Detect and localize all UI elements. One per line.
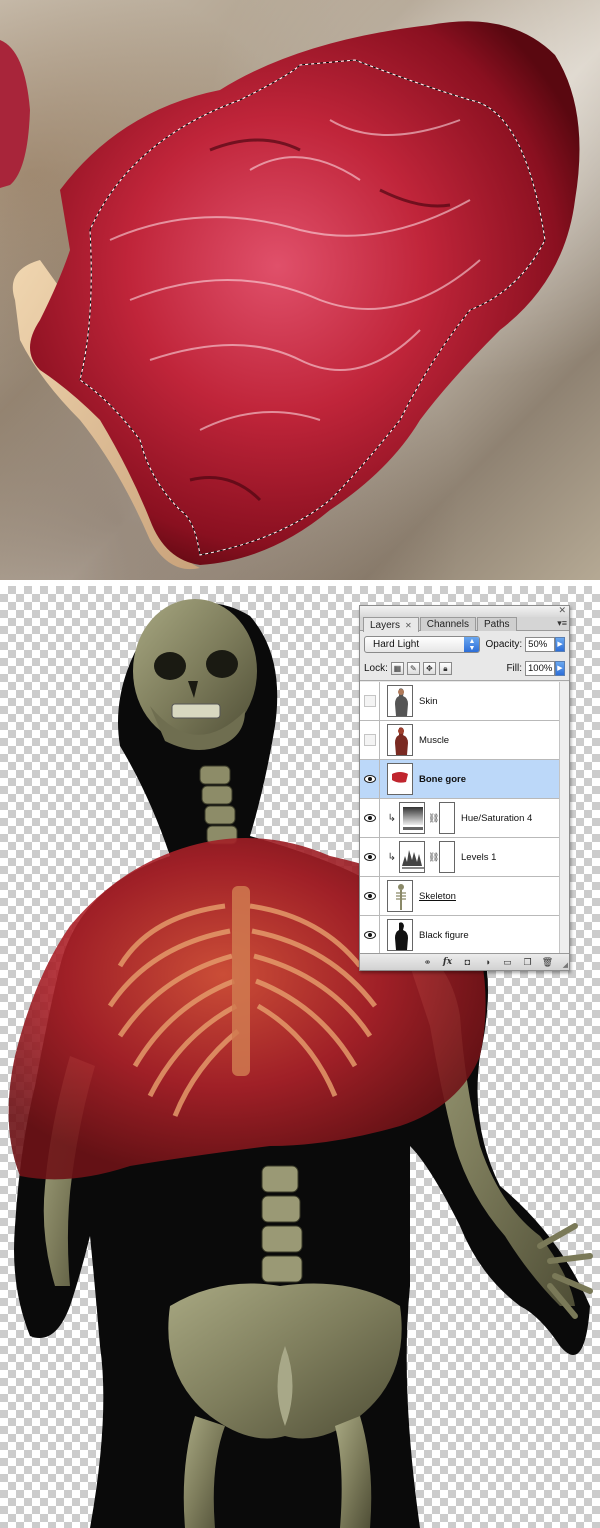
layers-scrollbar[interactable] bbox=[559, 682, 569, 954]
layer-name: Hue/Saturation 4 bbox=[461, 812, 533, 824]
link-chain-icon[interactable]: ⛓︎ bbox=[428, 852, 439, 863]
lock-position-icon[interactable]: ✥ bbox=[422, 662, 436, 675]
fill-input[interactable]: 100% bbox=[525, 661, 555, 676]
meat-chunk-small bbox=[0, 40, 30, 188]
lock-image-icon[interactable]: ✎ bbox=[406, 662, 420, 675]
eye-icon bbox=[363, 892, 376, 900]
teeth bbox=[171, 703, 221, 719]
visibility-toggle[interactable] bbox=[360, 798, 380, 838]
layer-bone-gore[interactable]: Bone gore bbox=[360, 759, 569, 799]
lock-transparency-icon[interactable]: ▦ bbox=[390, 662, 404, 675]
tab-paths[interactable]: Paths bbox=[476, 617, 517, 631]
link-layers-icon[interactable]: ⚭ bbox=[420, 956, 435, 969]
layer-name: Skeleton bbox=[419, 890, 456, 902]
link-chain-icon[interactable]: ⛓︎ bbox=[428, 813, 439, 824]
palette-bottom-bar: ⚭ fx ◘ ◑ ▭ ❐ 🗑︎ ◢ bbox=[360, 953, 569, 970]
palette-close-icon[interactable]: ✕ bbox=[558, 605, 566, 616]
palette-titlebar[interactable]: ✕ bbox=[360, 605, 569, 617]
new-layer-icon[interactable]: ❐ bbox=[520, 956, 535, 969]
layer-black-figure[interactable]: Black figure bbox=[360, 915, 569, 955]
layer-hue-saturation[interactable]: ↳ ⛓︎ Hue/Saturation 4 bbox=[360, 798, 569, 838]
select-arrows-icon: ▲ ▼ bbox=[464, 636, 480, 652]
visibility-toggle[interactable] bbox=[360, 759, 380, 799]
layer-name: Muscle bbox=[419, 734, 450, 746]
adjustment-layer-icon[interactable]: ◑ bbox=[480, 956, 495, 969]
layer-thumbnail bbox=[387, 919, 413, 951]
blend-mode-select[interactable]: Hard Light ▲ ▼ bbox=[364, 635, 481, 653]
blend-opacity-row: Hard Light ▲ ▼ Opacity: 50% ▶ bbox=[360, 631, 569, 657]
layer-thumbnail bbox=[387, 763, 413, 795]
clipping-arrow-icon: ↳ bbox=[387, 851, 396, 863]
layer-muscle[interactable]: Muscle bbox=[360, 720, 569, 760]
layer-name: Levels 1 bbox=[461, 851, 497, 863]
new-group-folder-icon[interactable]: ▭ bbox=[500, 956, 515, 969]
layer-thumbnail bbox=[387, 685, 413, 717]
meat-photo bbox=[0, 0, 600, 580]
fx-icon[interactable]: fx bbox=[440, 956, 455, 969]
layer-skeleton[interactable]: Skeleton bbox=[360, 876, 569, 916]
eye-icon bbox=[363, 814, 376, 822]
layer-name: Black figure bbox=[419, 929, 469, 941]
figure-gore-thumb bbox=[392, 772, 408, 783]
sternum bbox=[232, 886, 250, 1076]
visibility-toggle[interactable] bbox=[360, 876, 380, 916]
figure-skin-thumb bbox=[395, 688, 408, 716]
clipping-arrow-icon: ↳ bbox=[387, 812, 396, 824]
layer-thumbnail bbox=[387, 724, 413, 756]
figure-muscle-thumb bbox=[395, 727, 408, 755]
eye-icon bbox=[363, 853, 376, 861]
eye-icon bbox=[363, 931, 376, 939]
tab-channels-label: Channels bbox=[426, 619, 469, 630]
visibility-toggle[interactable] bbox=[360, 837, 380, 877]
lock-label: Lock: bbox=[364, 663, 388, 674]
tab-channels[interactable]: Channels bbox=[419, 617, 476, 631]
visibility-off-box bbox=[363, 734, 376, 746]
resize-grip-icon[interactable]: ◢ bbox=[563, 961, 568, 969]
layer-mask-thumbnail[interactable] bbox=[439, 802, 455, 834]
layer-name: Bone gore bbox=[419, 773, 466, 785]
figure-skeleton-thumb bbox=[396, 884, 406, 910]
layer-skin[interactable]: Skin bbox=[360, 681, 569, 721]
layers-list: Skin Muscle Bone gore ↳ ⛓︎ Hue/Saturatio… bbox=[360, 681, 569, 955]
fill-label: Fill: bbox=[506, 663, 522, 674]
opacity-input[interactable]: 50% bbox=[525, 636, 556, 652]
layer-name: Skin bbox=[419, 695, 438, 707]
visibility-toggle[interactable] bbox=[360, 915, 380, 955]
fill-slider-arrow-icon[interactable]: ▶ bbox=[555, 661, 565, 676]
palette-tabs: Layers ✕ Channels Paths ▾≡ bbox=[360, 617, 569, 632]
layers-palette[interactable]: ✕ Layers ✕ Channels Paths ▾≡ Hard Light … bbox=[359, 605, 570, 971]
visibility-off-box bbox=[363, 695, 376, 707]
levels-adjustment-icon bbox=[399, 841, 425, 873]
hue-saturation-adjustment-icon bbox=[399, 802, 425, 834]
lock-fill-row: Lock: ▦ ✎ ✥ 🔒︎ Fill: 100% ▶ bbox=[360, 657, 569, 681]
tab-layers-label: Layers bbox=[370, 619, 401, 631]
visibility-toggle[interactable] bbox=[360, 720, 380, 760]
opacity-label: Opacity: bbox=[485, 638, 523, 650]
layer-levels[interactable]: ↳ ⛓︎ Levels 1 bbox=[360, 837, 569, 877]
meat-photo-drawing bbox=[0, 21, 580, 570]
opacity-slider-arrow-icon[interactable]: ▶ bbox=[555, 636, 566, 652]
eye-icon bbox=[363, 775, 376, 783]
palette-menu-icon[interactable]: ▾≡ bbox=[557, 618, 567, 629]
layer-mask-thumbnail[interactable] bbox=[439, 841, 455, 873]
add-mask-icon[interactable]: ◘ bbox=[460, 956, 475, 969]
trash-icon[interactable]: 🗑︎ bbox=[540, 956, 555, 969]
tab-close-icon[interactable]: ✕ bbox=[405, 620, 412, 632]
visibility-toggle[interactable] bbox=[360, 681, 380, 721]
figure-black-thumb bbox=[395, 922, 408, 950]
tab-layers[interactable]: Layers ✕ bbox=[363, 617, 419, 632]
blend-mode-value: Hard Light bbox=[373, 638, 420, 650]
lock-all-icon[interactable]: 🔒︎ bbox=[438, 662, 452, 675]
tab-paths-label: Paths bbox=[483, 619, 510, 630]
layer-thumbnail bbox=[387, 880, 413, 912]
